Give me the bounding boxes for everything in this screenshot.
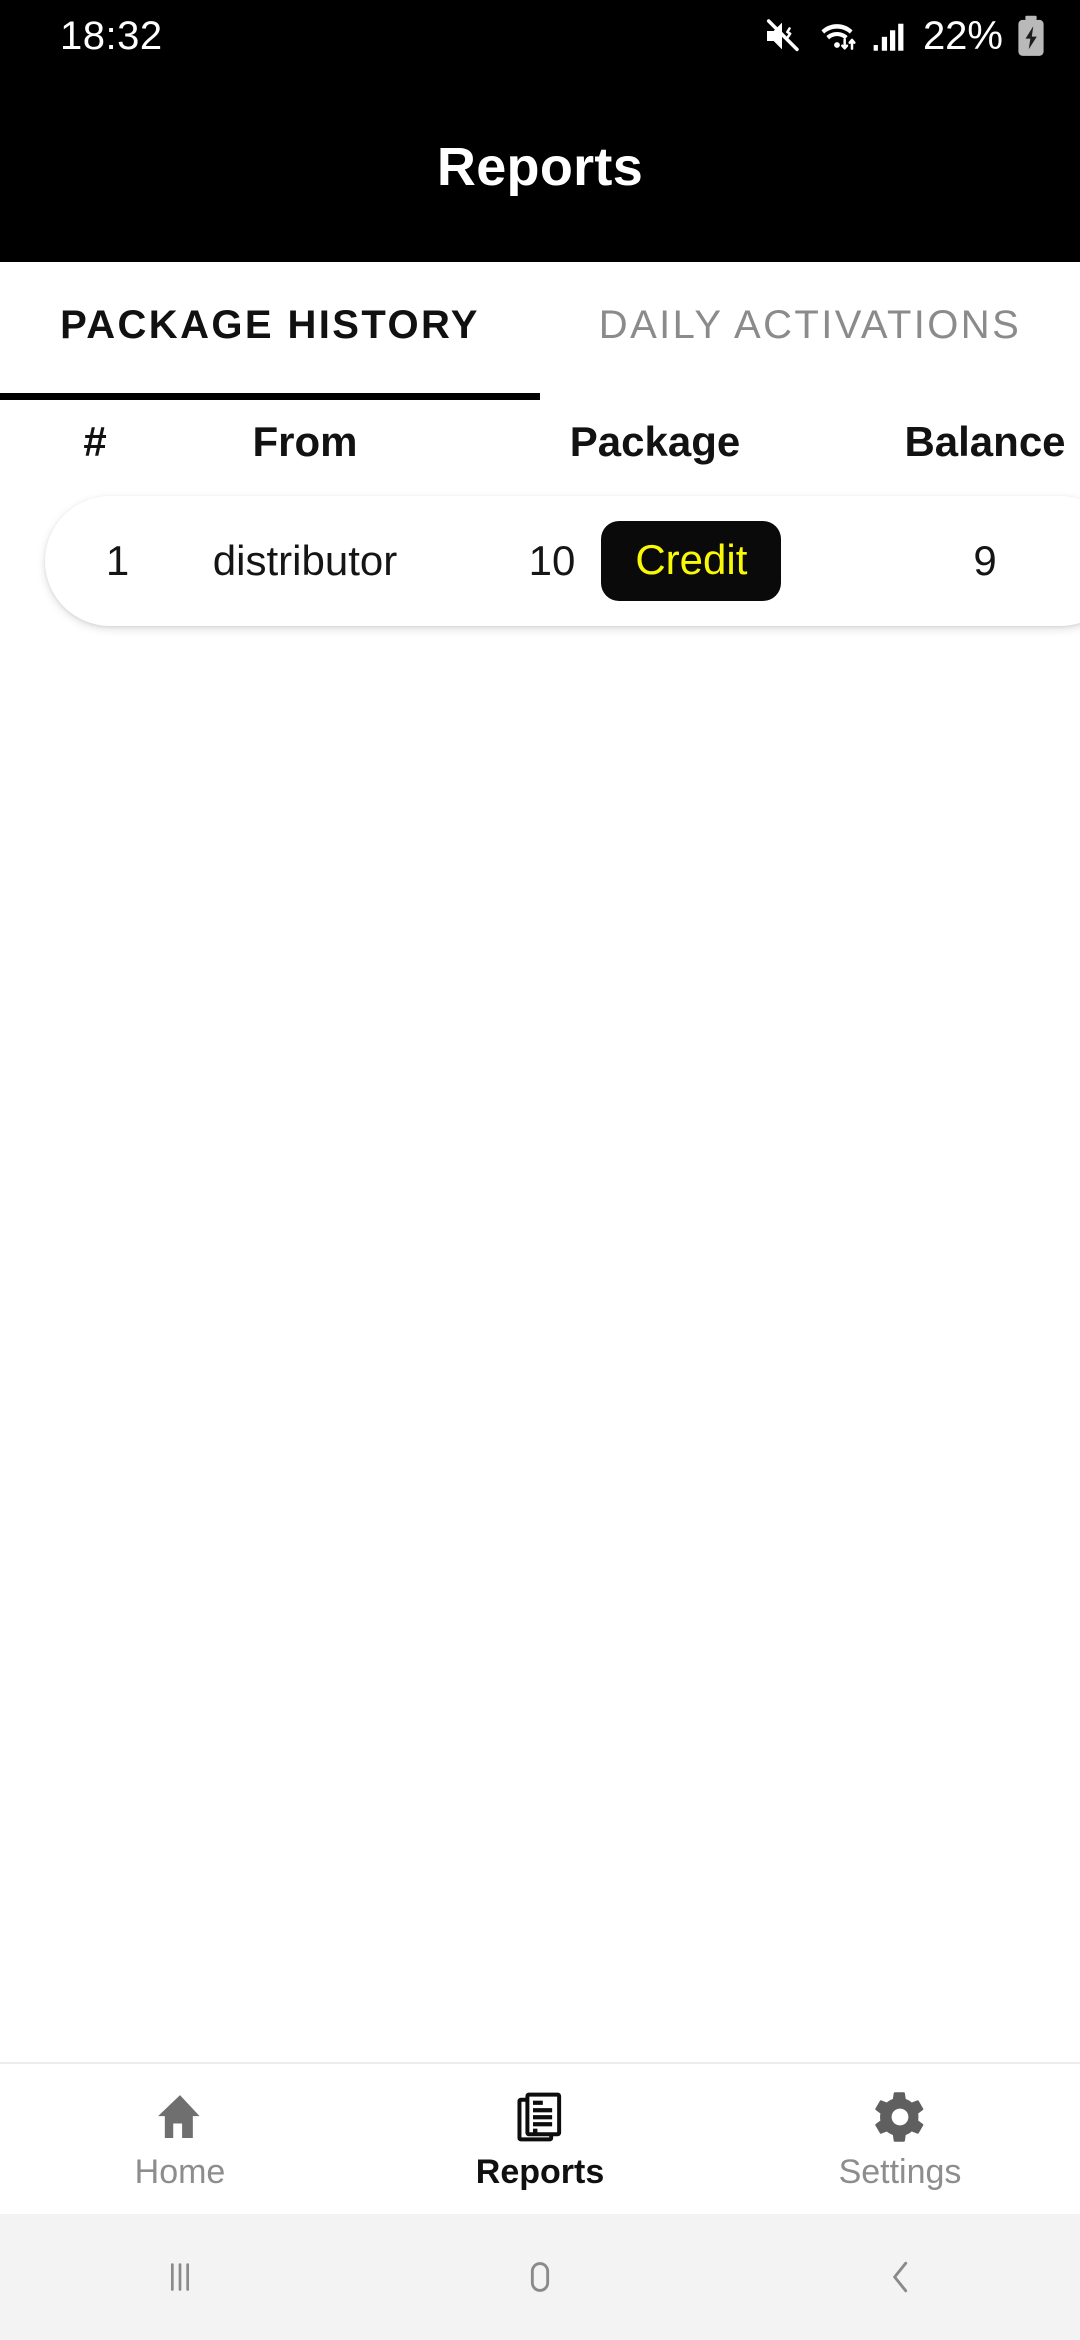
- document-report-icon: [512, 2089, 568, 2145]
- bottom-navigation-bar: Home Reports Settings: [0, 2062, 1080, 2214]
- column-header-number: #: [83, 418, 107, 465]
- tab-package-history[interactable]: PACKAGE HISTORY: [0, 262, 540, 400]
- nav-item-home-label: Home: [134, 2153, 226, 2191]
- column-header-from: From: [252, 418, 358, 465]
- column-header-package: Package: [569, 418, 741, 465]
- status-icon-group: 22%: [762, 15, 1046, 57]
- column-header-balance: Balance: [904, 418, 1066, 465]
- app-bar: Reports: [0, 72, 1080, 262]
- mute-vibrate-icon: [762, 16, 802, 56]
- cell-row-number: 1: [105, 537, 130, 584]
- page-title: Reports: [436, 137, 644, 197]
- cellular-signal-icon: [872, 16, 908, 56]
- recents-icon: [157, 2254, 203, 2300]
- package-history-list: 1 distributor 10 Credit 9: [0, 478, 1080, 2062]
- status-bar: 18:32 22%: [0, 0, 1080, 72]
- phone-screen: 18:32 22% Reports PACKAGE HISTORY DAILY …: [0, 0, 1080, 2340]
- package-type-badge: Credit: [601, 521, 782, 601]
- tab-bar: PACKAGE HISTORY DAILY ACTIVATIONS: [0, 262, 1080, 400]
- home-pill-icon: [517, 2254, 563, 2300]
- cell-package: 10 Credit: [420, 521, 890, 601]
- table-row[interactable]: 1 distributor 10 Credit 9: [45, 496, 1080, 626]
- tab-daily-activations[interactable]: DAILY ACTIVATIONS: [540, 262, 1080, 400]
- tab-package-history-label: PACKAGE HISTORY: [60, 302, 480, 347]
- nav-item-home[interactable]: Home: [0, 2089, 360, 2189]
- battery-charging-icon: [1016, 15, 1046, 57]
- table-header-row: # From Package Balance: [0, 400, 1080, 478]
- cell-balance: 9: [973, 537, 997, 584]
- status-clock: 18:32: [60, 14, 163, 58]
- nav-item-settings[interactable]: Settings: [720, 2089, 1080, 2189]
- home-icon: [152, 2089, 208, 2145]
- gear-icon: [872, 2089, 928, 2145]
- package-amount: 10: [528, 537, 576, 584]
- nav-item-reports-label: Reports: [475, 2153, 605, 2191]
- cell-from: distributor: [212, 537, 398, 584]
- recents-button[interactable]: [0, 2254, 360, 2300]
- tab-daily-activations-label: DAILY ACTIVATIONS: [598, 302, 1022, 347]
- chevron-left-icon: [877, 2254, 923, 2300]
- android-system-nav-bar: [0, 2214, 1080, 2340]
- battery-percentage-label: 22%: [922, 14, 1003, 58]
- nav-item-settings-label: Settings: [838, 2153, 962, 2191]
- home-button[interactable]: [360, 2254, 720, 2300]
- wifi-data-icon: [815, 16, 859, 56]
- nav-item-reports[interactable]: Reports: [360, 2089, 720, 2189]
- back-button[interactable]: [720, 2254, 1080, 2300]
